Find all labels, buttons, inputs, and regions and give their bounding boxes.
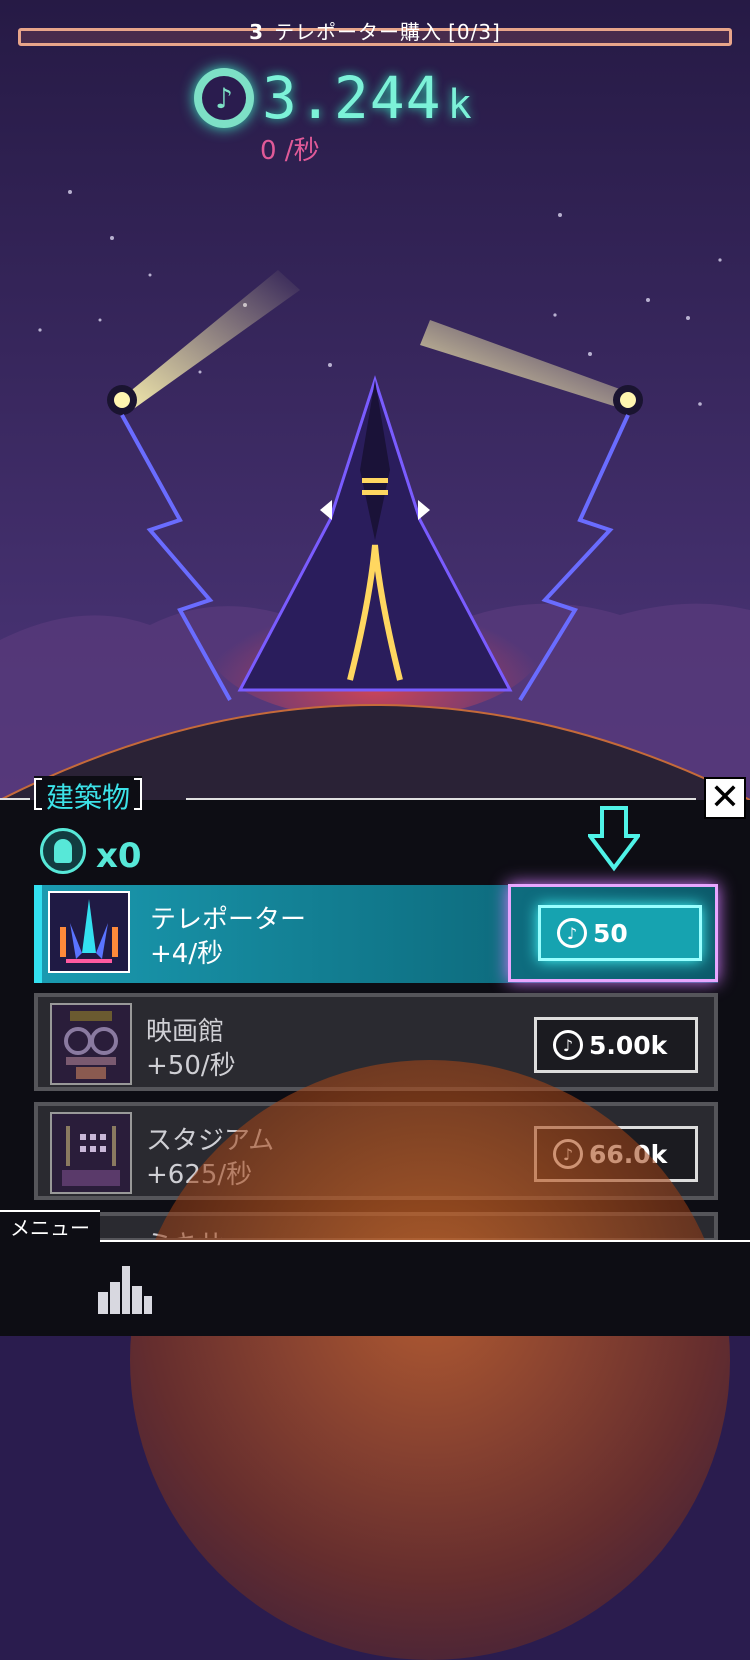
buy-cinema-button[interactable]: ♪ 5.00k — [534, 1017, 698, 1073]
currency-amount: 3.244 k — [262, 64, 473, 132]
currency-value: 3.244 — [262, 64, 442, 132]
buy-cost: 5.00k — [589, 1030, 668, 1060]
building-production: +625/秒 — [146, 1160, 253, 1190]
tutorial-highlight — [508, 884, 718, 982]
teleporter-owned-icon — [40, 828, 86, 874]
owned-count: x0 — [96, 836, 142, 876]
tab-buildings[interactable]: 建築物 — [34, 776, 143, 814]
currency-rate: 0 /秒 — [260, 136, 320, 166]
note-coin-icon: ♪ — [194, 68, 254, 128]
note-coin-icon: ♪ — [553, 1030, 583, 1060]
menu-tab[interactable]: メニュー — [0, 1210, 100, 1244]
building-row-stadium[interactable]: スタジアム +625/秒 ♪ 66.0k — [34, 1102, 718, 1200]
quest-label: 3 テレポーター購入 [0/3] — [0, 16, 750, 45]
building-production: +50/秒 — [146, 1051, 236, 1081]
buy-cost: 66.0k — [589, 1139, 668, 1169]
building-name: テレポーター — [150, 905, 307, 935]
building-row-partial[interactable]: ミキサー — [34, 1212, 718, 1242]
panel-divider — [0, 798, 30, 800]
quest-progress: [0/3] — [448, 20, 501, 44]
building-name: スタジアム — [146, 1126, 275, 1156]
quest-number: 3 — [249, 20, 265, 44]
building-row-cinema[interactable]: 映画館 +50/秒 ♪ 5.00k — [34, 993, 718, 1091]
tab-buildings-label: 建築物 — [46, 781, 131, 814]
buy-stadium-button[interactable]: ♪ 66.0k — [534, 1126, 698, 1182]
panel-divider — [186, 798, 696, 800]
teleporter-thumbnail — [48, 891, 130, 973]
stadium-thumbnail — [50, 1112, 132, 1194]
building-name: 映画館 — [146, 1017, 225, 1047]
arrow-down-icon — [588, 806, 640, 872]
currency-unit: k — [447, 82, 473, 128]
close-button[interactable]: ✕ — [704, 777, 746, 819]
note-coin-icon: ♪ — [553, 1139, 583, 1169]
cinema-thumbnail — [50, 1003, 132, 1085]
quest-text: テレポーター購入 — [274, 20, 443, 44]
city-buildings-icon[interactable] — [98, 1266, 152, 1314]
building-production: +4/秒 — [150, 939, 224, 969]
